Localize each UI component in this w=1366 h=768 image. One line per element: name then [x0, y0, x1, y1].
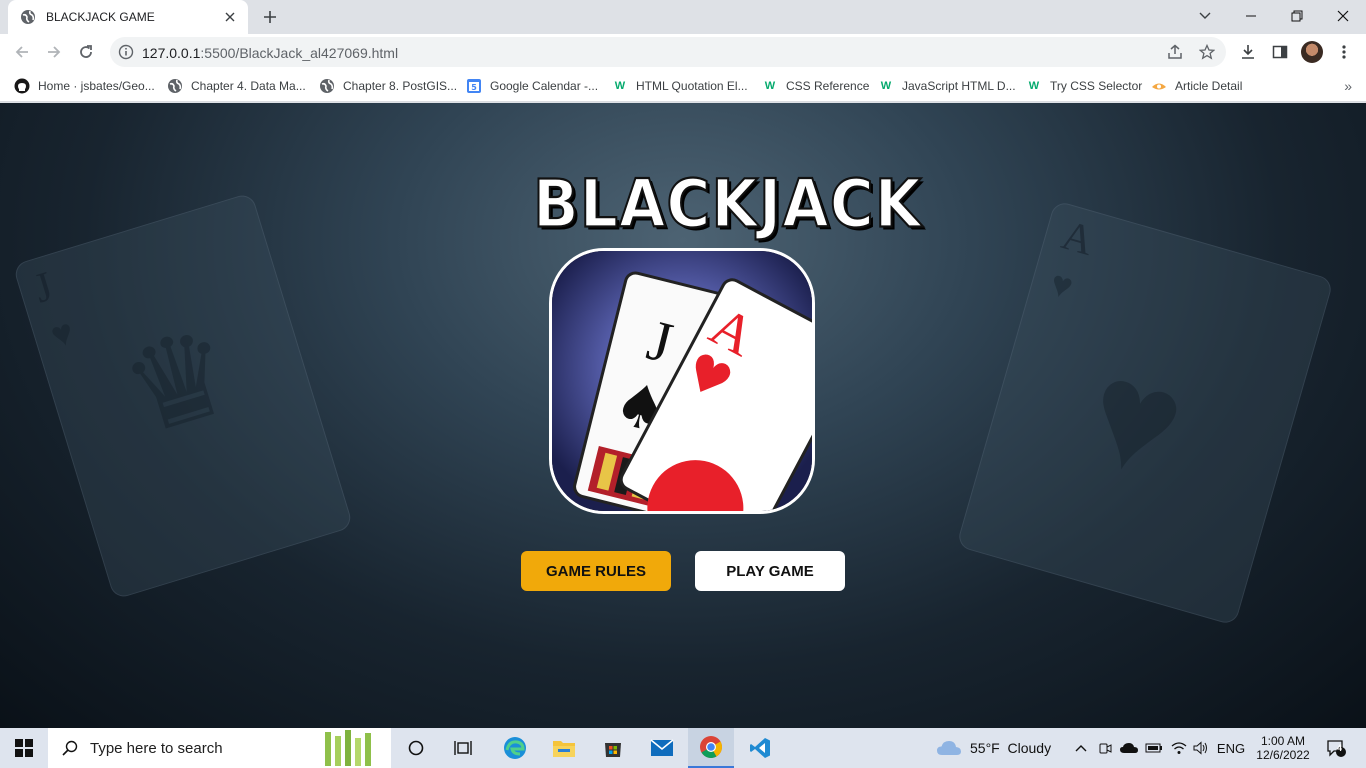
heart-icon: ♥: [1069, 324, 1202, 511]
meet-now-icon[interactable]: [1096, 728, 1114, 768]
site-info-icon[interactable]: [118, 44, 134, 60]
cortana-icon[interactable]: [396, 728, 436, 768]
weather-widget[interactable]: 55°F Cloudy: [936, 728, 1058, 768]
clock-time: 1:00 AM: [1260, 734, 1306, 748]
blackjack-app-icon: J ♠ A ♥: [547, 246, 817, 516]
vscode-icon[interactable]: [738, 728, 782, 768]
address-bar[interactable]: 127.0.0.1:5500/BlackJack_al427069.html: [110, 37, 1226, 67]
notifications-icon[interactable]: 4: [1318, 728, 1354, 768]
onedrive-icon[interactable]: [1118, 728, 1140, 768]
bg-card-rank: A: [1056, 212, 1099, 265]
page-viewport: J ♥ ♛ A ♥ ♥ BLACKJACK J ♠ A ♥ GAME RULES…: [0, 103, 1366, 728]
bookmark-item[interactable]: Chapter 8. PostGIS...: [319, 76, 457, 96]
tab-title: BLACKJACK GAME: [46, 10, 155, 24]
bookmark-item[interactable]: W CSS Reference: [762, 76, 870, 96]
mail-icon[interactable]: [640, 728, 684, 768]
bamboo-decoration-icon: [325, 730, 385, 766]
bookmark-star-icon[interactable]: [1198, 43, 1216, 61]
windows-taskbar: Type here to search 55°F Cloudy ENG 1:00…: [0, 728, 1366, 768]
tab-search-icon[interactable]: [1182, 0, 1228, 32]
clock-date: 12/6/2022: [1256, 748, 1310, 762]
task-view-icon[interactable]: [443, 728, 483, 768]
notification-count: 4: [1337, 743, 1343, 753]
chrome-taskbar-icon[interactable]: [688, 728, 734, 768]
share-icon[interactable]: [1166, 43, 1184, 61]
w3schools-icon: W: [880, 80, 892, 92]
play-game-button[interactable]: PLAY GAME: [695, 551, 845, 591]
globe-icon: [319, 78, 335, 94]
taskbar-search-box[interactable]: Type here to search: [48, 728, 391, 768]
browser-tab[interactable]: BLACKJACK GAME: [8, 0, 248, 34]
new-tab-button[interactable]: [258, 6, 282, 28]
heart-icon: ♥: [45, 310, 79, 356]
background-ace-card: A ♥ ♥: [956, 200, 1334, 626]
w3schools-icon: W: [614, 80, 626, 92]
blackjack-logo-title: BLACKJACK: [532, 165, 923, 244]
url-text: 127.0.0.1:5500/BlackJack_al427069.html: [142, 45, 399, 61]
download-icon[interactable]: [1234, 38, 1262, 66]
restore-button[interactable]: [1274, 0, 1320, 32]
search-placeholder: Type here to search: [90, 739, 223, 757]
language-indicator[interactable]: ENG: [1214, 728, 1248, 768]
heart-icon: ♥: [1045, 261, 1078, 308]
battery-icon[interactable]: [1143, 728, 1165, 768]
weather-text: 55°F Cloudy: [970, 740, 1052, 756]
file-explorer-icon[interactable]: [542, 728, 586, 768]
game-rules-button[interactable]: GAME RULES: [521, 551, 671, 591]
globe-icon: [167, 78, 183, 94]
volume-icon[interactable]: [1190, 728, 1212, 768]
svg-text:5: 5: [471, 83, 477, 92]
bookmark-item[interactable]: W HTML Quotation El...: [612, 76, 748, 96]
w3schools-icon: W: [764, 80, 776, 92]
bookmark-item[interactable]: W Try CSS Selector: [1026, 76, 1142, 96]
bookmark-item[interactable]: 5 Google Calendar -...: [466, 76, 598, 96]
github-icon: [14, 78, 30, 94]
bookmark-item[interactable]: Home · jsbates/Geo...: [14, 76, 155, 96]
chevron-up-icon[interactable]: [1070, 728, 1092, 768]
bookmarks-bar: Home · jsbates/Geo... Chapter 4. Data Ma…: [0, 70, 1366, 102]
menu-kebab-icon[interactable]: [1330, 38, 1358, 66]
profile-avatar[interactable]: [1301, 41, 1323, 63]
microsoft-store-icon[interactable]: [591, 728, 635, 768]
more-bookmarks-icon[interactable]: »: [1344, 78, 1352, 94]
close-tab-icon[interactable]: [222, 9, 238, 25]
close-window-button[interactable]: [1320, 0, 1366, 32]
browser-toolbar: 127.0.0.1:5500/BlackJack_al427069.html: [0, 34, 1366, 70]
calendar-icon: 5: [466, 78, 482, 94]
minimize-button[interactable]: [1228, 0, 1274, 32]
bg-card-rank: J: [28, 263, 59, 313]
windows-start-icon[interactable]: [0, 728, 48, 768]
back-button[interactable]: [8, 38, 36, 66]
w3schools-icon: W: [1028, 80, 1040, 92]
cloud-icon: [937, 741, 961, 755]
side-panel-icon[interactable]: [1266, 38, 1294, 66]
edge-icon[interactable]: [493, 728, 537, 768]
wifi-icon[interactable]: [1168, 728, 1190, 768]
article-icon: [1151, 78, 1167, 94]
background-jack-card: J ♥ ♛: [12, 192, 354, 600]
globe-icon: [20, 9, 36, 25]
jack-figure-icon: ♛: [107, 301, 250, 462]
bookmark-item[interactable]: Chapter 4. Data Ma...: [167, 76, 306, 96]
search-icon: [62, 740, 78, 756]
bookmark-item[interactable]: W JavaScript HTML D...: [878, 76, 1016, 96]
tab-strip: BLACKJACK GAME: [0, 0, 1366, 34]
clock[interactable]: 1:00 AM 12/6/2022: [1250, 728, 1316, 768]
forward-button[interactable]: [40, 38, 68, 66]
reload-button[interactable]: [72, 38, 100, 66]
bookmark-item[interactable]: Article Detail: [1151, 76, 1242, 96]
